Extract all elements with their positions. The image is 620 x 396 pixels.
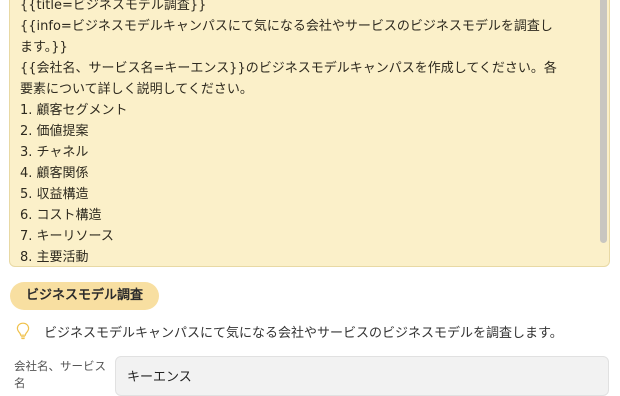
prompt-line: 4. 顧客関係 [20,166,89,181]
form-info: ビジネスモデルキャンパスにて気になる会社やサービスのビジネスモデルを調査します。 [16,320,616,342]
prompt-line: {{会社名、サービス名=キーエンス}}のビジネスモデルキャンパスを作成してくださ… [20,61,557,76]
prompt-line: {{title=ビジネスモデル調査}} [20,0,207,13]
prompt-line: 1. 顧客セグメント [20,103,128,118]
prompt-scrollbar[interactable] [600,0,607,243]
prompt-line: 8. 主要活動 [20,250,89,265]
prompt-line: ます。}} [20,40,68,55]
prompt-line: 要素について詳しく説明してください。 [20,82,253,97]
lightbulb-icon [16,322,30,340]
form-info-text: ビジネスモデルキャンパスにて気になる会社やサービスのビジネスモデルを調査します。 [44,325,563,341]
prompt-line: 5. 収益構造 [20,187,89,202]
prompt-text: {{title=ビジネスモデル調査}} {{info=ビジネスモデルキャンパスに… [20,0,590,266]
prompt-line: {{info=ビジネスモデルキャンパスにて気になる会社やサービスのビジネスモデル… [20,19,553,34]
company-name-input[interactable]: キーエンス [115,356,609,396]
prompt-textarea[interactable]: {{title=ビジネスモデル調査}} {{info=ビジネスモデルキャンパスに… [9,0,610,267]
prompt-line: 2. 価値提案 [20,124,89,139]
prompt-line: 7. キーリソース [20,229,114,244]
form-title-badge: ビジネスモデル調査 [10,282,160,310]
prompt-line: 3. チャネル [20,145,89,160]
prompt-line: 6. コスト構造 [20,208,102,223]
company-field-label: 会社名、サービス名 [14,359,106,390]
